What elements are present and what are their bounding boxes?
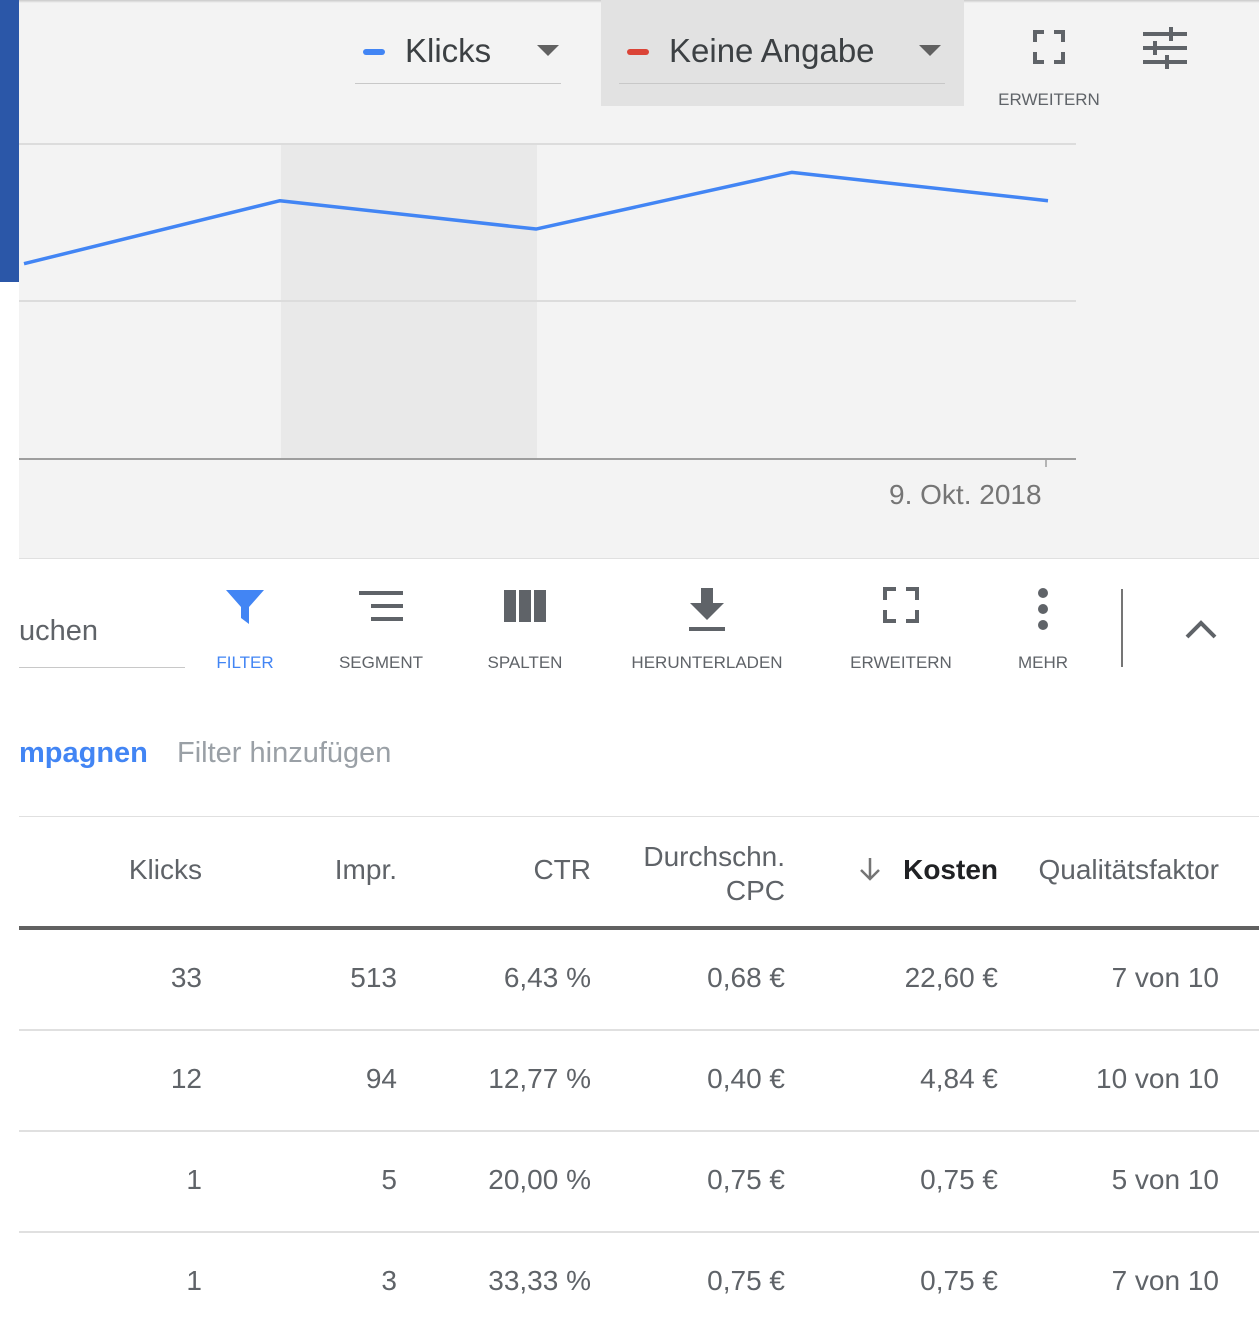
download-button[interactable]: HERUNTERLADEN xyxy=(617,587,797,677)
metric-dropdown-keine-angabe[interactable]: Keine Angabe xyxy=(601,0,964,106)
table-expand-label: ERWEITERN xyxy=(837,653,965,673)
fullscreen-icon xyxy=(1033,30,1065,64)
campaigns-filter-chip[interactable]: mpagnen xyxy=(19,737,148,770)
metric-dropdown-klicks[interactable]: Klicks xyxy=(355,0,565,106)
cell-klicks: 1 xyxy=(186,1164,202,1196)
fullscreen-icon xyxy=(883,587,919,623)
filter-bar: mpagnen Filter hinzufügen xyxy=(19,699,1259,817)
cell-impr: 3 xyxy=(381,1265,397,1297)
header-qualitaetsfaktor[interactable]: Qualitätsfaktor xyxy=(1037,854,1219,886)
filter-label: FILTER xyxy=(197,653,293,673)
header-kosten-label: Kosten xyxy=(903,854,998,885)
more-button[interactable]: MEHR xyxy=(1003,587,1083,677)
chevron-up-icon xyxy=(1179,613,1223,645)
columns-label: SPALTEN xyxy=(469,653,581,673)
cell-impr: 513 xyxy=(350,962,397,994)
campaign-table: Klicks Impr. CTR Durchschn. CPC Kosten Q… xyxy=(19,816,1259,1332)
left-accent-strip xyxy=(0,0,19,282)
header-impr[interactable]: Impr. xyxy=(335,854,397,886)
collapse-button[interactable] xyxy=(1179,613,1223,645)
chart-expand-button[interactable]: ERWEITERN xyxy=(989,26,1109,116)
table-row[interactable]: 12 94 12,77 % 0,40 € 4,84 € 10 von 10 xyxy=(19,1031,1259,1132)
cell-qualitaetsfaktor: 5 von 10 xyxy=(1112,1164,1219,1196)
cell-avg-cpc: 0,40 € xyxy=(707,1063,785,1095)
table-header: Klicks Impr. CTR Durchschn. CPC Kosten Q… xyxy=(19,816,1259,930)
segment-button[interactable]: SEGMENT xyxy=(321,587,441,677)
header-kosten[interactable]: Kosten xyxy=(857,854,998,886)
header-avg-cpc-line2: CPC xyxy=(643,874,785,908)
cell-avg-cpc: 0,68 € xyxy=(707,962,785,994)
segment-label: SEGMENT xyxy=(321,653,441,673)
cell-avg-cpc: 0,75 € xyxy=(707,1164,785,1196)
chart-panel: Klicks Keine Angabe ERWEITERN 9. xyxy=(19,0,1259,558)
filter-button[interactable]: FILTER xyxy=(197,587,293,677)
cell-kosten: 0,75 € xyxy=(920,1265,998,1297)
header-avg-cpc-line1: Durchschn. xyxy=(643,840,785,874)
cell-kosten: 4,84 € xyxy=(920,1063,998,1095)
header-avg-cpc[interactable]: Durchschn. CPC xyxy=(643,840,785,908)
metric-color-swatch xyxy=(363,49,385,55)
cell-klicks: 12 xyxy=(171,1063,202,1095)
add-filter-link[interactable]: Filter hinzufügen xyxy=(177,737,391,770)
metric-label: Keine Angabe xyxy=(669,32,875,70)
filter-icon xyxy=(225,587,265,627)
cell-kosten: 22,60 € xyxy=(905,962,998,994)
cell-klicks: 1 xyxy=(186,1265,202,1297)
chevron-down-icon xyxy=(919,45,941,56)
segment-icon xyxy=(357,587,405,627)
cell-klicks: 33 xyxy=(171,962,202,994)
chevron-down-icon xyxy=(537,45,559,56)
table-row[interactable]: 1 5 20,00 % 0,75 € 0,75 € 5 von 10 xyxy=(19,1132,1259,1233)
cell-qualitaetsfaktor: 7 von 10 xyxy=(1112,1265,1219,1297)
toolbar-divider xyxy=(1121,589,1123,667)
more-vert-icon xyxy=(1036,587,1050,631)
metric-color-swatch xyxy=(627,49,649,55)
cell-avg-cpc: 0,75 € xyxy=(707,1265,785,1297)
cell-qualitaetsfaktor: 10 von 10 xyxy=(1096,1063,1219,1095)
search-field xyxy=(19,609,185,668)
x-axis-tick-label: 9. Okt. 2018 xyxy=(889,479,1042,511)
header-ctr[interactable]: CTR xyxy=(533,854,591,886)
table-expand-button[interactable]: ERWEITERN xyxy=(837,587,965,677)
table-toolbar: FILTER SEGMENT SPALTEN xyxy=(19,558,1259,700)
table-row[interactable]: 33 513 6,43 % 0,68 € 22,60 € 7 von 10 xyxy=(19,930,1259,1031)
cell-kosten: 0,75 € xyxy=(920,1164,998,1196)
tune-icon xyxy=(1141,26,1189,70)
cell-ctr: 6,43 % xyxy=(504,962,591,994)
cell-ctr: 12,77 % xyxy=(488,1063,591,1095)
download-icon xyxy=(687,587,727,633)
header-klicks[interactable]: Klicks xyxy=(129,854,202,886)
columns-button[interactable]: SPALTEN xyxy=(469,587,581,677)
cell-impr: 94 xyxy=(366,1063,397,1095)
cell-qualitaetsfaktor: 7 von 10 xyxy=(1112,962,1219,994)
more-label: MEHR xyxy=(1003,653,1083,673)
download-label: HERUNTERLADEN xyxy=(617,653,797,673)
columns-icon xyxy=(503,587,547,627)
cell-ctr: 33,33 % xyxy=(488,1265,591,1297)
arrow-down-icon xyxy=(857,856,883,882)
table-row[interactable]: 1 3 33,33 % 0,75 € 0,75 € 7 von 10 xyxy=(19,1233,1259,1332)
search-input[interactable] xyxy=(19,609,179,653)
chart-expand-label: ERWEITERN xyxy=(989,90,1109,110)
cell-impr: 5 xyxy=(381,1164,397,1196)
metric-label: Klicks xyxy=(405,32,491,70)
chart-settings-button[interactable] xyxy=(1141,26,1197,74)
cell-ctr: 20,00 % xyxy=(488,1164,591,1196)
